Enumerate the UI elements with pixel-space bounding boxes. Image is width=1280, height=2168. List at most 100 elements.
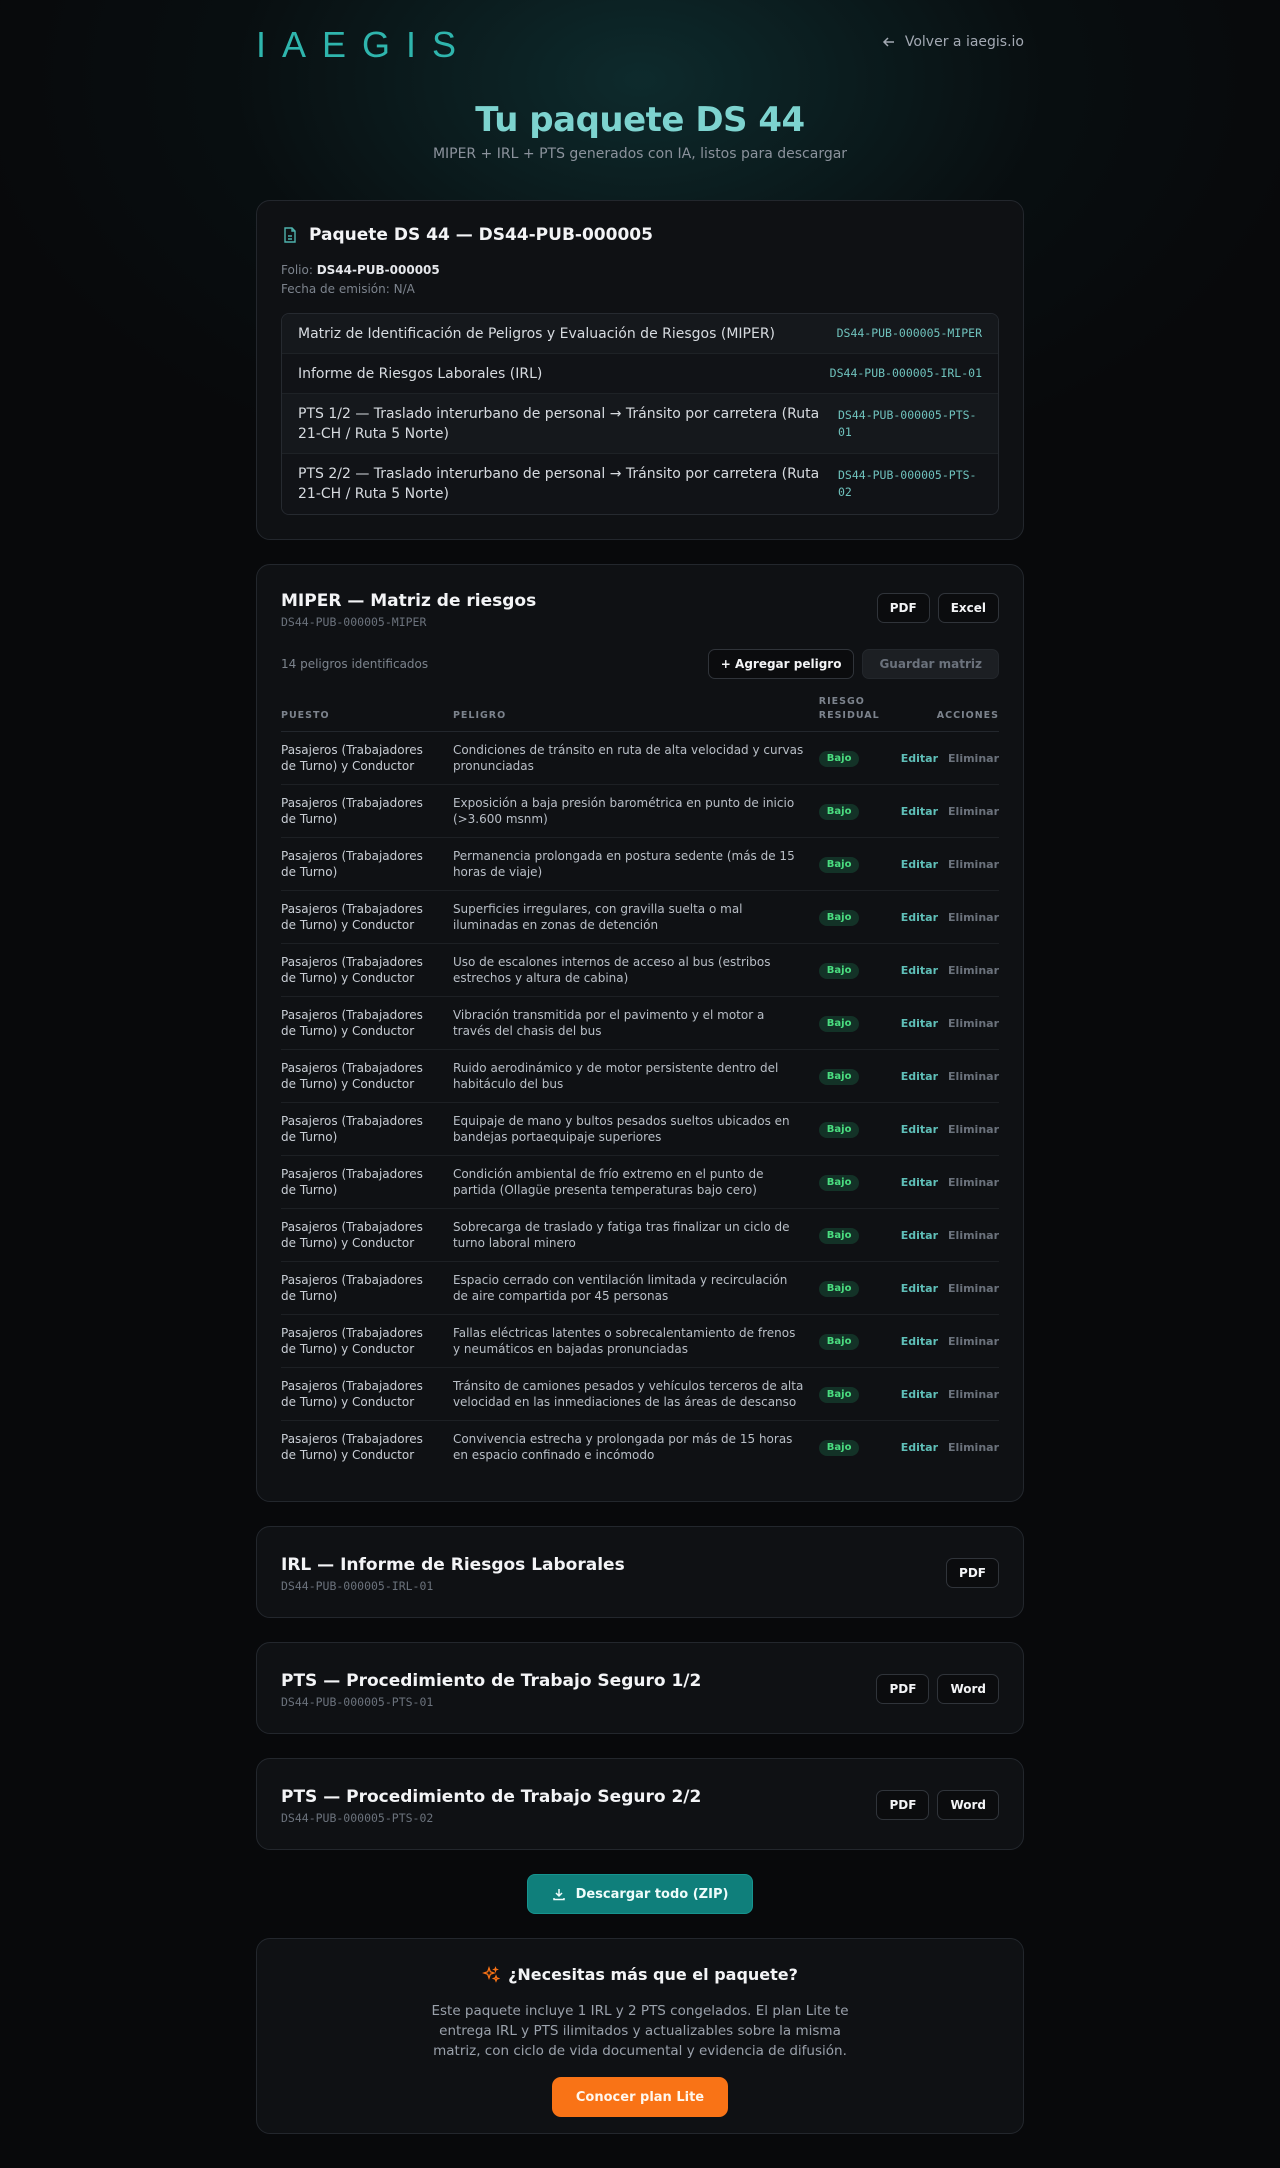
cell-riesgo: Bajo (818, 837, 901, 891)
delete-hazard-button[interactable]: Eliminar (948, 964, 999, 977)
column-header-riesgo: RIESGO RESIDUAL (818, 695, 901, 732)
miper-toolbar: 14 peligros identificados + Agregar peli… (281, 649, 999, 679)
table-row: Pasajeros (Trabajadores de Turno) Equipaj… (281, 1102, 999, 1156)
delete-hazard-button[interactable]: Eliminar (948, 752, 999, 765)
cell-riesgo: Bajo (818, 1367, 901, 1421)
cell-acciones: Editar Eliminar (900, 731, 999, 785)
cell-riesgo: Bajo (818, 996, 901, 1050)
pts1-title: PTS — Procedimiento de Trabajo Seguro 1/… (281, 1671, 702, 1691)
add-hazard-button[interactable]: + Agregar peligro (707, 649, 855, 679)
table-row: Pasajeros (Trabajadores de Turno) y Cond… (281, 890, 999, 944)
risk-badge: Bajo (818, 857, 860, 873)
cell-acciones: Editar Eliminar (900, 784, 999, 838)
cell-acciones: Editar Eliminar (900, 890, 999, 944)
table-row: Pasajeros (Trabajadores de Turno) y Cond… (281, 1421, 999, 1474)
delete-hazard-button[interactable]: Eliminar (948, 1229, 999, 1242)
irl-code: DS44-PUB-000005-IRL-01 (281, 1579, 434, 1593)
cell-acciones: Editar Eliminar (900, 1049, 999, 1103)
document-list: Matriz de Identificación de Peligros y E… (281, 313, 999, 515)
cell-riesgo: Bajo (818, 1049, 901, 1103)
cell-riesgo: Bajo (818, 1314, 901, 1368)
cell-peligro: Sobrecarga de traslado y fatiga tras fin… (452, 1208, 819, 1262)
edit-hazard-button[interactable]: Editar (901, 1123, 938, 1136)
delete-hazard-button[interactable]: Eliminar (948, 1070, 999, 1083)
folio-line: Folio: DS44-PUB-000005 (281, 261, 999, 280)
delete-hazard-button[interactable]: Eliminar (948, 1388, 999, 1401)
document-row: Informe de Riesgos Laborales (IRL) DS44-… (282, 354, 998, 394)
cell-riesgo: Bajo (818, 731, 901, 785)
cell-puesto: Pasajeros (Trabajadores de Turno) y Cond… (281, 1208, 453, 1262)
edit-hazard-button[interactable]: Editar (901, 1229, 938, 1242)
cell-acciones: Editar Eliminar (900, 943, 999, 997)
pts2-pdf-button[interactable]: PDF (876, 1790, 930, 1820)
edit-hazard-button[interactable]: Editar (901, 858, 938, 871)
edit-hazard-button[interactable]: Editar (901, 1388, 938, 1401)
folio-label: Folio: (281, 263, 313, 277)
miper-card: MIPER — Matriz de riesgos DS44-PUB-00000… (256, 564, 1024, 1502)
delete-hazard-button[interactable]: Eliminar (948, 858, 999, 871)
irl-pdf-button[interactable]: PDF (946, 1558, 999, 1588)
delete-hazard-button[interactable]: Eliminar (948, 1335, 999, 1348)
topbar: IAEGIS Volver a iaegis.io (256, 0, 1024, 96)
table-header-row: PUESTO PELIGRO RIESGO RESIDUAL ACCIONES (281, 695, 999, 732)
risk-badge: Bajo (818, 1440, 860, 1457)
risk-badge: Bajo (818, 751, 860, 767)
table-row: Pasajeros (Trabajadores de Turno) y Cond… (281, 1314, 999, 1368)
lite-cta-button[interactable]: Conocer plan Lite (551, 2077, 729, 2117)
hero: Tu paquete DS 44 MIPER + IRL + PTS gener… (256, 96, 1024, 162)
edit-hazard-button[interactable]: Editar (901, 1070, 938, 1083)
cell-puesto: Pasajeros (Trabajadores de Turno) (281, 1261, 453, 1315)
delete-hazard-button[interactable]: Eliminar (948, 1282, 999, 1295)
page-title: Tu paquete DS 44 (475, 100, 805, 140)
cell-acciones: Editar Eliminar (900, 1208, 999, 1262)
edit-hazard-button[interactable]: Editar (901, 752, 938, 765)
delete-hazard-button[interactable]: Eliminar (948, 1176, 999, 1189)
risk-badge: Bajo (818, 1334, 860, 1350)
lite-title-text: ¿Necesitas más que el paquete? (508, 1965, 798, 1984)
download-zip-button[interactable]: Descargar todo (ZIP) (526, 1874, 754, 1914)
delete-hazard-button[interactable]: Eliminar (948, 1123, 999, 1136)
table-row: Pasajeros (Trabajadores de Turno) Permane… (281, 837, 999, 891)
miper-excel-button[interactable]: Excel (937, 593, 999, 623)
logo[interactable]: IAEGIS (256, 24, 472, 66)
miper-title: MIPER — Matriz de riesgos (281, 591, 537, 611)
pts1-word-button[interactable]: Word (937, 1674, 999, 1704)
cell-peligro: Fallas eléctricas latentes o sobrecalent… (452, 1314, 819, 1368)
pts2-code: DS44-PUB-000005-PTS-02 (281, 1811, 434, 1825)
edit-hazard-button[interactable]: Editar (901, 1282, 938, 1295)
delete-hazard-button[interactable]: Eliminar (948, 805, 999, 818)
cell-puesto: Pasajeros (Trabajadores de Turno) y Cond… (281, 1314, 453, 1368)
cell-puesto: Pasajeros (Trabajadores de Turno) (281, 1102, 453, 1156)
pts1-pdf-button[interactable]: PDF (876, 1674, 930, 1704)
delete-hazard-button[interactable]: Eliminar (948, 1441, 999, 1454)
document-code: DS44-PUB-000005-IRL-01 (829, 366, 982, 380)
delete-hazard-button[interactable]: Eliminar (948, 1017, 999, 1030)
edit-hazard-button[interactable]: Editar (901, 1176, 938, 1189)
risk-badge: Bajo (818, 1016, 860, 1032)
back-link[interactable]: Volver a iaegis.io (881, 34, 1024, 50)
cell-riesgo: Bajo (818, 890, 901, 944)
table-row: Pasajeros (Trabajadores de Turno) y Cond… (281, 731, 999, 785)
folio-value: DS44-PUB-000005 (316, 263, 440, 277)
miper-pdf-button[interactable]: PDF (876, 593, 930, 623)
delete-hazard-button[interactable]: Eliminar (948, 911, 999, 924)
cell-puesto: Pasajeros (Trabajadores de Turno) (281, 784, 453, 838)
edit-hazard-button[interactable]: Editar (901, 805, 938, 818)
edit-hazard-button[interactable]: Editar (901, 1017, 938, 1030)
edit-hazard-button[interactable]: Editar (901, 964, 938, 977)
cell-peligro: Vibración transmitida por el pavimento y… (452, 996, 819, 1050)
cell-acciones: Editar Eliminar (900, 837, 999, 891)
page: IAEGIS Volver a iaegis.io Tu paquete DS … (256, 0, 1024, 2134)
save-matrix-button[interactable]: Guardar matriz (862, 649, 999, 679)
edit-hazard-button[interactable]: Editar (901, 911, 938, 924)
fecha-line: Fecha de emisión: N/A (281, 282, 415, 296)
document-name: PTS 1/2 — Traslado interurbano de person… (298, 405, 820, 442)
document-name: Matriz de Identificación de Peligros y E… (298, 325, 776, 342)
edit-hazard-button[interactable]: Editar (901, 1441, 938, 1454)
cell-riesgo: Bajo (818, 1102, 901, 1156)
cell-riesgo: Bajo (818, 1155, 901, 1209)
edit-hazard-button[interactable]: Editar (901, 1335, 938, 1348)
pts2-word-button[interactable]: Word (937, 1790, 999, 1820)
pts2-card: PTS — Procedimiento de Trabajo Seguro 2/… (256, 1758, 1024, 1850)
table-row: Pasajeros (Trabajadores de Turno) Condici… (281, 1155, 999, 1209)
